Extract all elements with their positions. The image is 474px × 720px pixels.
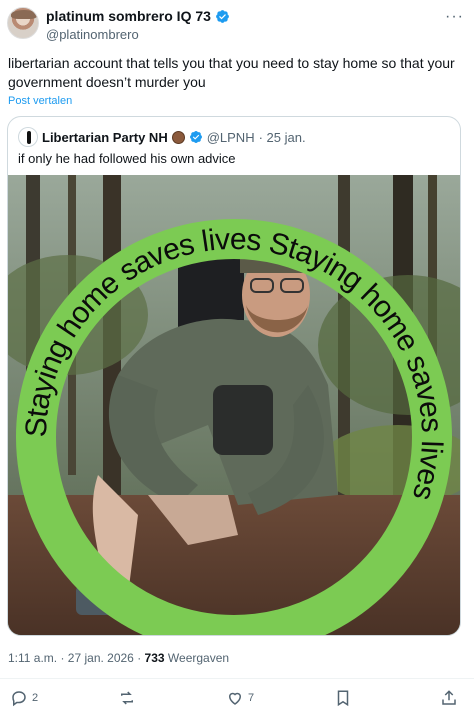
translate-link[interactable]: Post vertalen xyxy=(8,95,72,107)
share-button[interactable] xyxy=(440,689,458,707)
photo-forest-hiker: Staying home saves lives Staying home sa… xyxy=(8,175,460,635)
divider xyxy=(0,678,474,679)
reply-button[interactable]: 2 xyxy=(10,689,38,707)
author-name[interactable]: platinum sombrero IQ 73 xyxy=(46,8,211,24)
author-handle[interactable]: @platinombrero xyxy=(46,27,139,42)
like-button[interactable]: 7 xyxy=(226,689,254,707)
verified-badge-icon xyxy=(189,131,202,143)
post-text: libertarian account that tells you that … xyxy=(8,55,455,90)
views-count: 733 xyxy=(144,651,165,665)
share-icon xyxy=(442,690,456,705)
action-bar: 2 7 xyxy=(0,686,474,712)
quoted-post[interactable]: Libertarian Party NH @LPNH · 25 jan. if … xyxy=(7,116,461,636)
author-name-line[interactable]: platinum sombrero IQ 73 xyxy=(46,8,230,24)
torch-logo-icon[interactable] xyxy=(18,127,38,147)
author-avatar[interactable] xyxy=(7,7,39,39)
post: platinum sombrero IQ 73 @platinombrero ·… xyxy=(0,0,474,720)
quote-author-name[interactable]: Libertarian Party NH xyxy=(42,130,168,145)
reply-icon xyxy=(12,691,26,707)
like-count: 7 xyxy=(248,692,255,704)
post-meta: 1:11 a.m. · 27 jan. 2026 · 733 Weergaven xyxy=(8,651,229,665)
repost-icon xyxy=(121,691,133,705)
bookmark-button[interactable] xyxy=(334,689,352,707)
bookmark-icon xyxy=(337,690,349,707)
quote-text: if only he had followed his own advice xyxy=(18,151,236,166)
face-emoji-icon xyxy=(171,130,185,144)
verified-badge-icon xyxy=(216,9,229,23)
like-icon xyxy=(228,692,242,705)
quote-time[interactable]: · 25 jan. xyxy=(259,130,306,145)
views-label: Weergaven xyxy=(167,651,230,665)
more-icon[interactable]: ··· xyxy=(445,8,464,26)
repost-button[interactable] xyxy=(118,689,136,707)
quote-author-handle[interactable]: @LPNH xyxy=(207,130,255,145)
post-timestamp[interactable]: 1:11 a.m. · 27 jan. 2026 · xyxy=(8,651,141,665)
quote-photo[interactable]: Staying home saves lives Staying home sa… xyxy=(8,175,460,635)
reply-count: 2 xyxy=(32,692,39,704)
quote-header: Libertarian Party NH @LPNH · 25 jan. xyxy=(18,127,306,147)
